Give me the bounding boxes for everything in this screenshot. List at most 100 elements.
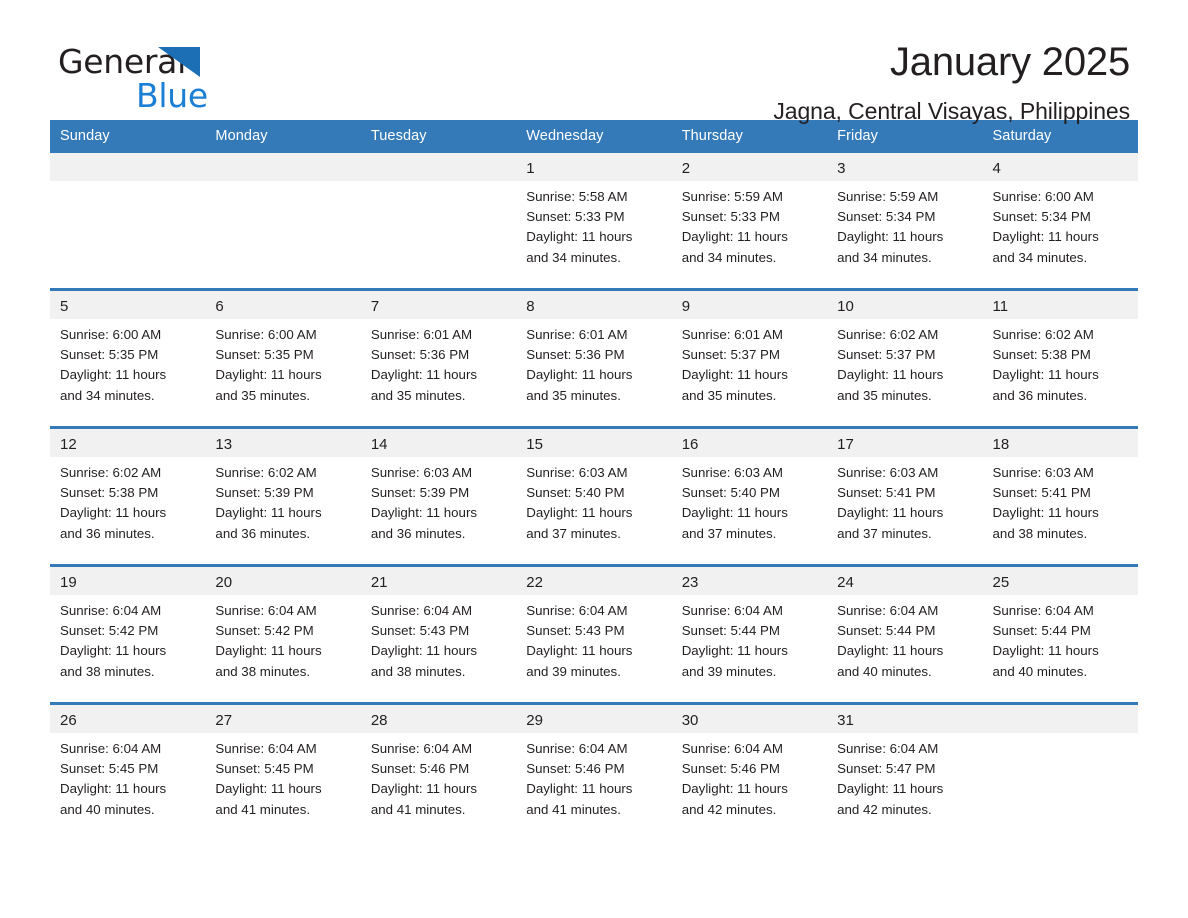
daylight-text-line2: and 34 minutes. (837, 249, 932, 265)
sunset-text: Sunset: 5:40 PM (681, 485, 780, 501)
day-sun-info: Sunrise: 6:02 AM Sunset: 5:38 PM Daylight:… (50, 457, 205, 544)
calendar-day-cell[interactable]: 24 Sunrise: 6:04 AM Sunset: 5:44 PM Dayligh… (827, 564, 983, 704)
day-number: 16 (671, 429, 828, 457)
sunrise-text: Sunrise: 6:04 AM (837, 741, 939, 756)
calendar-day-cell[interactable]: 16 Sunrise: 6:03 AM Sunset: 5:40 PM Dayligh… (671, 426, 828, 566)
sunrise-text: Sunrise: 5:59 AM (681, 189, 783, 204)
day-sun-info: Sunrise: 6:04 AM Sunset: 5:46 PM Daylight:… (516, 733, 671, 820)
calendar-day-cell[interactable]: 18 Sunrise: 6:03 AM Sunset: 5:41 PM Dayligh… (982, 426, 1138, 566)
day-number: 24 (827, 567, 983, 595)
day-cell-content: 25 Sunrise: 6:04 AM Sunset: 5:44 PM Dayligh… (982, 567, 1138, 702)
logo-triangle-icon (158, 47, 200, 77)
day-sun-info: Sunrise: 6:04 AM Sunset: 5:44 PM Daylight:… (827, 595, 982, 682)
day-cell-empty (360, 153, 517, 288)
calendar-day-cell[interactable]: 15 Sunrise: 6:03 AM Sunset: 5:40 PM Dayligh… (516, 426, 672, 566)
calendar-body: 1 Sunrise: 5:58 AM Sunset: 5:33 PM Daylight… (50, 153, 1138, 840)
sunset-text: Sunset: 5:41 PM (992, 485, 1091, 501)
calendar-day-cell[interactable]: 30 Sunrise: 6:04 AM Sunset: 5:46 PM Dayligh… (671, 702, 828, 840)
daylight-text-line2: and 38 minutes. (60, 663, 155, 679)
sunrise-text: Sunrise: 6:00 AM (60, 327, 162, 342)
sunset-text: Sunset: 5:46 PM (370, 761, 470, 777)
sunset-text: Sunset: 5:36 PM (526, 347, 625, 363)
daylight-text-line1: Daylight: 11 hours (370, 643, 478, 659)
day-sun-info: Sunrise: 6:03 AM Sunset: 5:41 PM Daylight:… (983, 457, 1138, 544)
calendar-day-cell[interactable]: 17 Sunrise: 6:03 AM Sunset: 5:41 PM Dayligh… (827, 426, 983, 566)
calendar-day-cell[interactable]: 23 Sunrise: 6:04 AM Sunset: 5:44 PM Dayligh… (671, 564, 828, 704)
sunrise-text: Sunrise: 6:03 AM (992, 465, 1094, 480)
daylight-text-line1: Daylight: 11 hours (837, 643, 944, 659)
title-block: January 2025 Jagna, Central Visayas, Phi… (773, 40, 1130, 125)
sunset-text: Sunset: 5:39 PM (370, 485, 470, 501)
day-sun-info: Sunrise: 6:01 AM Sunset: 5:36 PM Daylight:… (361, 319, 516, 406)
sunrise-text: Sunrise: 6:04 AM (60, 603, 162, 618)
day-sun-info: Sunrise: 5:59 AM Sunset: 5:33 PM Daylight:… (672, 181, 827, 268)
day-number: 23 (671, 567, 828, 595)
sunset-text: Sunset: 5:38 PM (992, 347, 1091, 363)
day-sun-info: Sunrise: 6:04 AM Sunset: 5:45 PM Daylight:… (205, 733, 360, 820)
calendar-day-cell[interactable]: 2 Sunrise: 5:59 AM Sunset: 5:33 PM Daylight… (671, 153, 828, 290)
day-cell-content: 17 Sunrise: 6:03 AM Sunset: 5:41 PM Dayligh… (827, 429, 983, 564)
sunrise-text: Sunrise: 6:04 AM (681, 603, 783, 618)
daylight-text-line2: and 41 minutes. (370, 801, 466, 817)
calendar-day-cell[interactable]: 12 Sunrise: 6:02 AM Sunset: 5:38 PM Dayligh… (50, 426, 206, 566)
day-sun-info: Sunrise: 5:59 AM Sunset: 5:34 PM Daylight:… (827, 181, 982, 268)
day-cell-empty (982, 705, 1138, 840)
day-number (50, 153, 206, 181)
calendar-day-cell[interactable]: 6 Sunrise: 6:00 AM Sunset: 5:35 PM Daylight… (205, 288, 361, 428)
calendar-day-cell[interactable]: 26 Sunrise: 6:04 AM Sunset: 5:45 PM Dayligh… (50, 702, 206, 840)
daylight-text-line2: and 36 minutes. (60, 525, 155, 541)
day-sun-info: Sunrise: 6:02 AM Sunset: 5:38 PM Daylight:… (983, 319, 1138, 406)
calendar-day-cell[interactable]: 11 Sunrise: 6:02 AM Sunset: 5:38 PM Dayligh… (982, 288, 1138, 428)
general-blue-logo: General Blue (58, 42, 338, 118)
calendar-day-cell[interactable]: 31 Sunrise: 6:04 AM Sunset: 5:47 PM Dayligh… (827, 702, 983, 840)
day-cell-content: 19 Sunrise: 6:04 AM Sunset: 5:42 PM Dayligh… (50, 567, 206, 702)
day-cell-content: 8 Sunrise: 6:01 AM Sunset: 5:36 PM Daylight… (516, 291, 672, 426)
calendar-day-cell[interactable]: 7 Sunrise: 6:01 AM Sunset: 5:36 PM Daylight… (360, 288, 517, 428)
sunset-text: Sunset: 5:33 PM (681, 209, 780, 225)
calendar-day-cell[interactable]: 21 Sunrise: 6:04 AM Sunset: 5:43 PM Dayligh… (360, 564, 517, 704)
daylight-text-line1: Daylight: 11 hours (526, 367, 633, 383)
calendar-day-cell[interactable]: 14 Sunrise: 6:03 AM Sunset: 5:39 PM Dayligh… (360, 426, 517, 566)
page-header: General Blue January 2025 Jagna, Central… (50, 0, 1138, 124)
calendar-day-cell[interactable]: 25 Sunrise: 6:04 AM Sunset: 5:44 PM Dayligh… (982, 564, 1138, 704)
day-number: 28 (360, 705, 517, 733)
calendar-day-cell[interactable]: 27 Sunrise: 6:04 AM Sunset: 5:45 PM Dayligh… (205, 702, 361, 840)
day-number: 22 (516, 567, 672, 595)
calendar-day-cell[interactable]: 22 Sunrise: 6:04 AM Sunset: 5:43 PM Dayligh… (516, 564, 672, 704)
day-sun-info: Sunrise: 6:00 AM Sunset: 5:34 PM Daylight:… (983, 181, 1138, 268)
day-number: 2 (671, 153, 828, 181)
calendar-day-cell[interactable]: 1 Sunrise: 5:58 AM Sunset: 5:33 PM Daylight… (516, 153, 672, 290)
day-number: 29 (516, 705, 672, 733)
calendar-day-cell[interactable]: 4 Sunrise: 6:00 AM Sunset: 5:34 PM Daylight… (982, 153, 1138, 290)
day-number: 3 (827, 153, 983, 181)
daylight-text-line2: and 35 minutes. (681, 387, 777, 403)
weekday-header-friday: Friday (827, 120, 983, 153)
calendar-day-cell[interactable]: 8 Sunrise: 6:01 AM Sunset: 5:36 PM Daylight… (516, 288, 672, 428)
calendar-day-cell[interactable]: 9 Sunrise: 6:01 AM Sunset: 5:37 PM Daylight… (671, 288, 828, 428)
page-title: January 2025 (889, 40, 1130, 84)
calendar-week-row: 1 Sunrise: 5:58 AM Sunset: 5:33 PM Daylight… (50, 153, 1138, 290)
calendar-day-cell[interactable]: 28 Sunrise: 6:04 AM Sunset: 5:46 PM Dayligh… (360, 702, 517, 840)
sunset-text: Sunset: 5:42 PM (215, 623, 314, 639)
daylight-text-line1: Daylight: 11 hours (837, 367, 944, 383)
calendar-week-row: 19 Sunrise: 6:04 AM Sunset: 5:42 PM Dayligh… (50, 564, 1138, 704)
day-number: 19 (50, 567, 206, 595)
calendar-day-cell (205, 153, 361, 290)
day-cell-content: 11 Sunrise: 6:02 AM Sunset: 5:38 PM Dayligh… (982, 291, 1138, 426)
daylight-text-line2: and 42 minutes. (837, 801, 932, 817)
daylight-text-line1: Daylight: 11 hours (215, 367, 322, 383)
daylight-text-line1: Daylight: 11 hours (681, 781, 788, 797)
sunset-text: Sunset: 5:33 PM (526, 209, 625, 225)
calendar-day-cell[interactable]: 3 Sunrise: 5:59 AM Sunset: 5:34 PM Daylight… (827, 153, 983, 290)
calendar-day-cell[interactable]: 13 Sunrise: 6:02 AM Sunset: 5:39 PM Dayligh… (205, 426, 361, 566)
sunset-text: Sunset: 5:46 PM (526, 761, 625, 777)
calendar-day-cell[interactable]: 5 Sunrise: 6:00 AM Sunset: 5:35 PM Daylight… (50, 288, 206, 428)
day-number: 1 (516, 153, 672, 181)
calendar-day-cell[interactable]: 19 Sunrise: 6:04 AM Sunset: 5:42 PM Dayligh… (50, 564, 206, 704)
daylight-text-line1: Daylight: 11 hours (526, 781, 633, 797)
calendar-day-cell[interactable]: 20 Sunrise: 6:04 AM Sunset: 5:42 PM Dayligh… (205, 564, 361, 704)
calendar-day-cell[interactable]: 29 Sunrise: 6:04 AM Sunset: 5:46 PM Dayligh… (516, 702, 672, 840)
sunrise-text: Sunrise: 5:58 AM (526, 189, 628, 204)
calendar-day-cell[interactable]: 10 Sunrise: 6:02 AM Sunset: 5:37 PM Dayligh… (827, 288, 983, 428)
day-number: 26 (50, 705, 206, 733)
